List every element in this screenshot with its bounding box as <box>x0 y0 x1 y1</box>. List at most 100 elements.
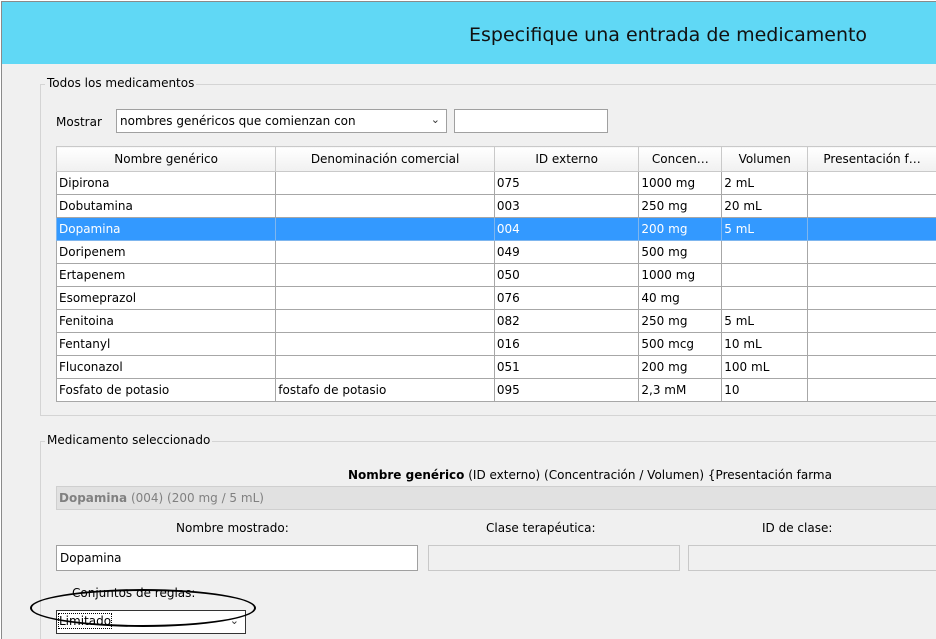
selected-medication-legend: Medicamento seleccionado <box>45 433 212 447</box>
table-cell <box>808 218 936 241</box>
filter-text-input[interactable] <box>454 109 608 133</box>
table-cell <box>808 264 936 287</box>
table-cell: 5 mL <box>722 218 808 241</box>
table-cell: 003 <box>494 195 639 218</box>
table-cell: 10 <box>722 379 808 402</box>
table-cell: 200 mg <box>639 356 722 379</box>
table-cell: Dopamina <box>57 218 276 241</box>
filter-mode-select[interactable]: nombres genéricos que comienzan con ⌄ <box>116 109 447 133</box>
table-cell <box>276 172 495 195</box>
table-cell: Esomeprazol <box>57 287 276 310</box>
window-title: Especifique una entrada de medicamento <box>469 24 867 46</box>
table-cell <box>276 287 495 310</box>
rule-sets-value: Limitado <box>59 614 111 628</box>
table-cell: 1000 mg <box>639 172 722 195</box>
table-cell: Ertapenem <box>57 264 276 287</box>
class-id-input <box>688 545 936 571</box>
column-header[interactable]: Volumen <box>722 147 808 172</box>
table-cell: Dobutamina <box>57 195 276 218</box>
table-cell: 10 mL <box>722 333 808 356</box>
show-label: Mostrar <box>56 115 102 129</box>
table-row[interactable]: Dipirona0751000 mg2 mL <box>57 172 936 195</box>
table-cell: 016 <box>494 333 639 356</box>
table-cell: 20 mL <box>722 195 808 218</box>
table-row[interactable]: Fentanyl016500 mcg10 mL <box>57 333 936 356</box>
chevron-down-icon[interactable]: ⌄ <box>230 614 239 627</box>
table-cell: 050 <box>494 264 639 287</box>
table-cell: 1000 mg <box>639 264 722 287</box>
chevron-down-icon[interactable]: ⌄ <box>431 113 440 126</box>
table-cell: 250 mg <box>639 310 722 333</box>
table-row[interactable]: Doripenem 049500 mg <box>57 241 936 264</box>
table-cell: 2 mL <box>722 172 808 195</box>
table-cell <box>276 310 495 333</box>
therapeutic-class-input <box>428 545 680 571</box>
display-name-label: Nombre mostrado: <box>176 521 289 535</box>
display-name-value: Dopamina <box>60 551 122 565</box>
column-header[interactable]: Denominación comercial <box>276 147 495 172</box>
table-row[interactable]: Dopamina 004200 mg5 mL <box>57 218 936 241</box>
table-cell <box>808 356 936 379</box>
filter-mode-value: nombres genéricos que comienzan con <box>120 114 356 128</box>
summary-name: Dopamina <box>59 491 127 505</box>
table-cell: fostafo de potasio <box>276 379 495 402</box>
table-cell: 40 mg <box>639 287 722 310</box>
table-cell <box>722 287 808 310</box>
table-cell <box>808 195 936 218</box>
table-cell: Fenitoina <box>57 310 276 333</box>
table-row[interactable]: Esomeprazol 07640 mg <box>57 287 936 310</box>
column-header[interactable]: Presentación f… <box>808 147 936 172</box>
table-cell: 049 <box>494 241 639 264</box>
medications-table: Nombre genéricoDenominación comercialID … <box>56 146 936 402</box>
rule-sets-label: Conjuntos de reglas: <box>72 586 195 600</box>
selected-medication-summary: Dopamina (004) (200 mg / 5 mL) <box>56 486 936 510</box>
column-header[interactable]: ID externo <box>494 147 639 172</box>
table-cell <box>276 264 495 287</box>
medication-entry-window: Especifique una entrada de medicamento T… <box>1 1 936 639</box>
summary-details: (004) (200 mg / 5 mL) <box>127 491 264 505</box>
class-id-label: ID de clase: <box>762 521 832 535</box>
table-cell: 2,3 mM <box>639 379 722 402</box>
table-cell: 250 mg <box>639 195 722 218</box>
table-cell <box>808 172 936 195</box>
display-name-input[interactable]: Dopamina <box>56 545 418 571</box>
table-row[interactable]: Fluconazol051200 mg100 mL <box>57 356 936 379</box>
table-cell: 082 <box>494 310 639 333</box>
table-cell <box>808 333 936 356</box>
table-cell <box>808 379 936 402</box>
table-cell: 075 <box>494 172 639 195</box>
table-cell <box>808 310 936 333</box>
table-cell <box>276 333 495 356</box>
table-cell: 100 mL <box>722 356 808 379</box>
table-cell <box>808 241 936 264</box>
title-bar: Especifique una entrada de medicamento <box>2 2 936 64</box>
table-cell <box>276 195 495 218</box>
table-cell: 004 <box>494 218 639 241</box>
all-medications-legend: Todos los medicamentos <box>45 76 196 90</box>
table-row[interactable]: Fenitoina 082250 mg5 mL <box>57 310 936 333</box>
table-cell <box>722 264 808 287</box>
table-cell <box>722 241 808 264</box>
table-cell: Fentanyl <box>57 333 276 356</box>
table-cell: 500 mg <box>639 241 722 264</box>
table-cell <box>276 218 495 241</box>
column-header[interactable]: Concen… <box>639 147 722 172</box>
table-header-row: Nombre genéricoDenominación comercialID … <box>57 147 936 172</box>
display-format-line: Nombre genérico (ID externo) (Concentrac… <box>348 468 832 482</box>
table-cell: 076 <box>494 287 639 310</box>
rule-sets-select[interactable]: Limitado ⌄ <box>56 610 246 634</box>
table-row[interactable]: Dobutamina 003250 mg20 mL <box>57 195 936 218</box>
table-cell: Fosfato de potasio <box>57 379 276 402</box>
table-row[interactable]: Ertapenem 0501000 mg <box>57 264 936 287</box>
table-cell: Fluconazol <box>57 356 276 379</box>
column-header[interactable]: Nombre genérico <box>57 147 276 172</box>
table-cell: 095 <box>494 379 639 402</box>
table-cell: Doripenem <box>57 241 276 264</box>
table-cell: 200 mg <box>639 218 722 241</box>
table-cell <box>808 287 936 310</box>
table-row[interactable]: Fosfato de potasiofostafo de potasio0952… <box>57 379 936 402</box>
table-cell: 5 mL <box>722 310 808 333</box>
display-format-bold: Nombre genérico <box>348 468 464 482</box>
table-cell <box>276 356 495 379</box>
table-cell <box>276 241 495 264</box>
